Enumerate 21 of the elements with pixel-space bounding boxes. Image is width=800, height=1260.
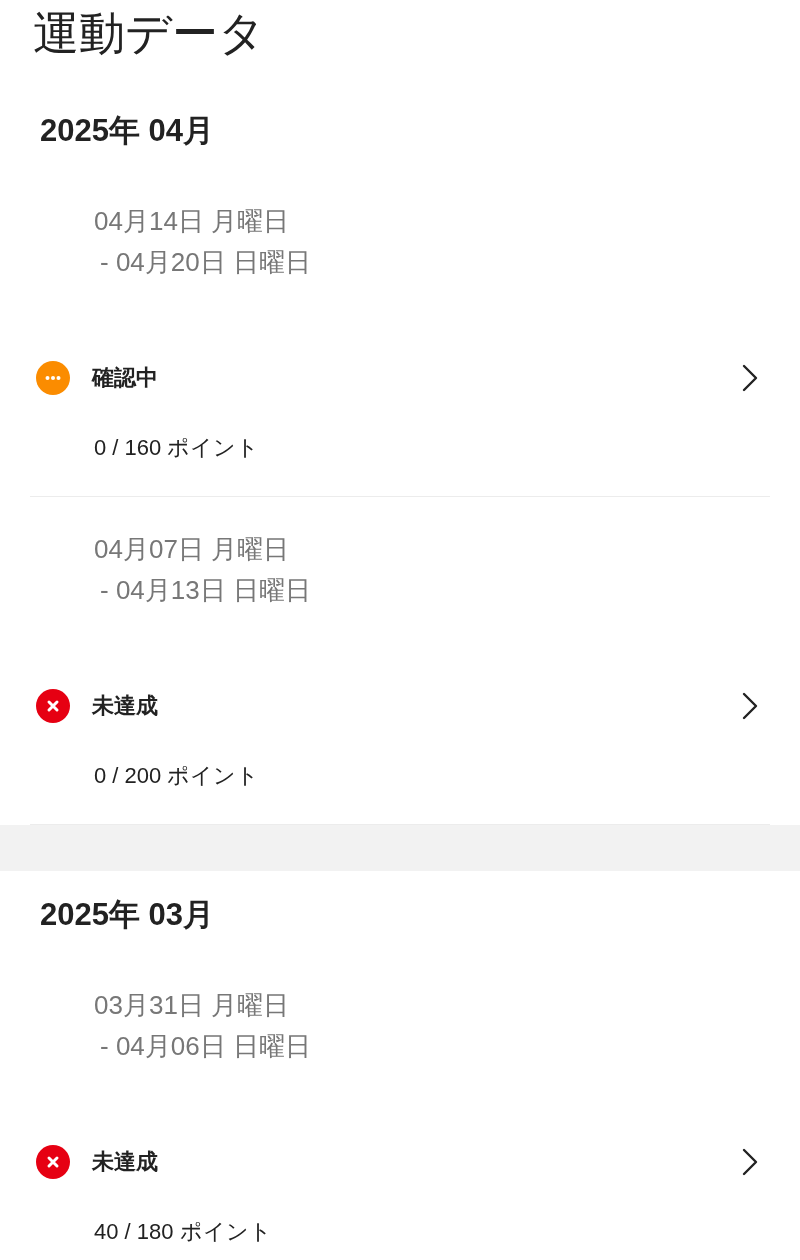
chevron-right-icon[interactable]: [742, 1148, 758, 1176]
points-progress-text: 0 / 200 ポイント: [94, 762, 260, 790]
more-dots-icon: [36, 361, 70, 395]
month-heading: 2025年 03月: [40, 896, 215, 934]
points-progress-text: 0 / 160 ポイント: [94, 434, 260, 462]
cross-circle-icon: [36, 689, 70, 723]
points-progress-text: 40 / 180 ポイント: [94, 1218, 272, 1246]
status-label: 未達成: [92, 1148, 158, 1176]
week-start-date: 03月31日 月曜日: [94, 989, 290, 1022]
week-start-date: 04月14日 月曜日: [94, 205, 290, 238]
chevron-right-icon[interactable]: [742, 692, 758, 720]
week-end-date: - 04月13日 日曜日: [100, 574, 311, 607]
page-title: 運動データ: [33, 6, 265, 61]
week-end-date: - 04月20日 日曜日: [100, 246, 311, 279]
status-label: 未達成: [92, 692, 158, 720]
week-end-date: - 04月06日 日曜日: [100, 1030, 311, 1063]
month-heading: 2025年 04月: [40, 112, 215, 150]
chevron-right-icon[interactable]: [742, 364, 758, 392]
week-start-date: 04月07日 月曜日: [94, 533, 290, 566]
status-label: 確認中: [92, 364, 158, 392]
cross-circle-icon: [36, 1145, 70, 1179]
